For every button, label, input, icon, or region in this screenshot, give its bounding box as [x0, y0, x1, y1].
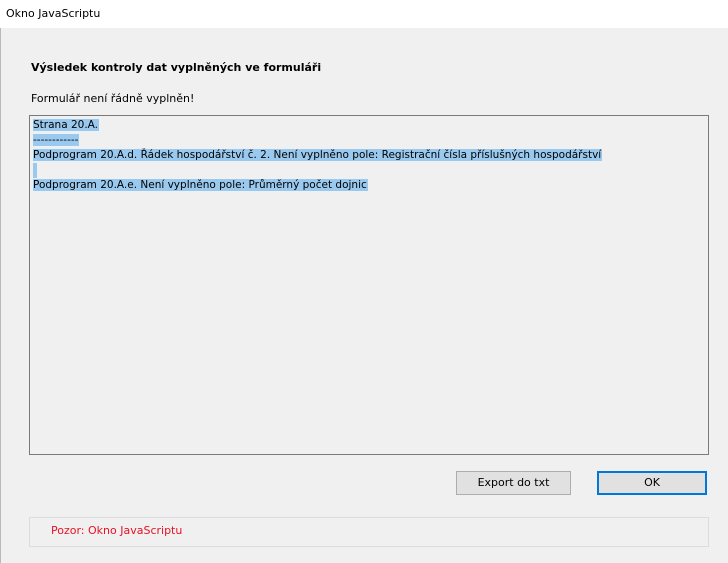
textarea-line: Podprogram 20.A.e. Není vyplněno pole: P…: [33, 178, 602, 193]
title-bar[interactable]: Okno JavaScriptu: [0, 0, 728, 28]
validation-results-textarea[interactable]: Strana 20.A. ------------ Podprogram 20.…: [29, 115, 709, 455]
textarea-line: Strana 20.A.: [33, 118, 602, 133]
textarea-line-text: Podprogram 20.A.d. Řádek hospodářství č.…: [33, 149, 603, 161]
warning-box: Pozor: Okno JavaScriptu: [29, 517, 709, 547]
window-left-border: [0, 28, 1, 563]
textarea-line-text: Strana 20.A.: [33, 119, 99, 131]
textarea-line: Podprogram 20.A.d. Řádek hospodářství č.…: [33, 148, 603, 163]
warning-text: Pozor: Okno JavaScriptu: [51, 524, 183, 537]
window-title: Okno JavaScriptu: [6, 7, 101, 20]
dialog-message: Formulář není řádně vyplněn!: [31, 92, 195, 105]
textarea-line: ------------: [33, 133, 602, 148]
export-to-txt-button[interactable]: Export do txt: [456, 471, 571, 495]
javascript-dialog-window: Okno JavaScriptu Výsledek kontroly dat v…: [0, 0, 728, 563]
textarea-line-empty: [33, 163, 602, 178]
dialog-heading: Výsledek kontroly dat vyplněných ve form…: [31, 61, 322, 74]
textarea-line-text: Podprogram 20.A.e. Není vyplněno pole: P…: [33, 179, 368, 191]
textarea-empty-selection: [33, 163, 37, 178]
ok-button[interactable]: OK: [597, 471, 707, 495]
textarea-line-text: ------------: [33, 134, 80, 146]
textarea-lines: Strana 20.A. ------------ Podprogram 20.…: [33, 118, 603, 193]
